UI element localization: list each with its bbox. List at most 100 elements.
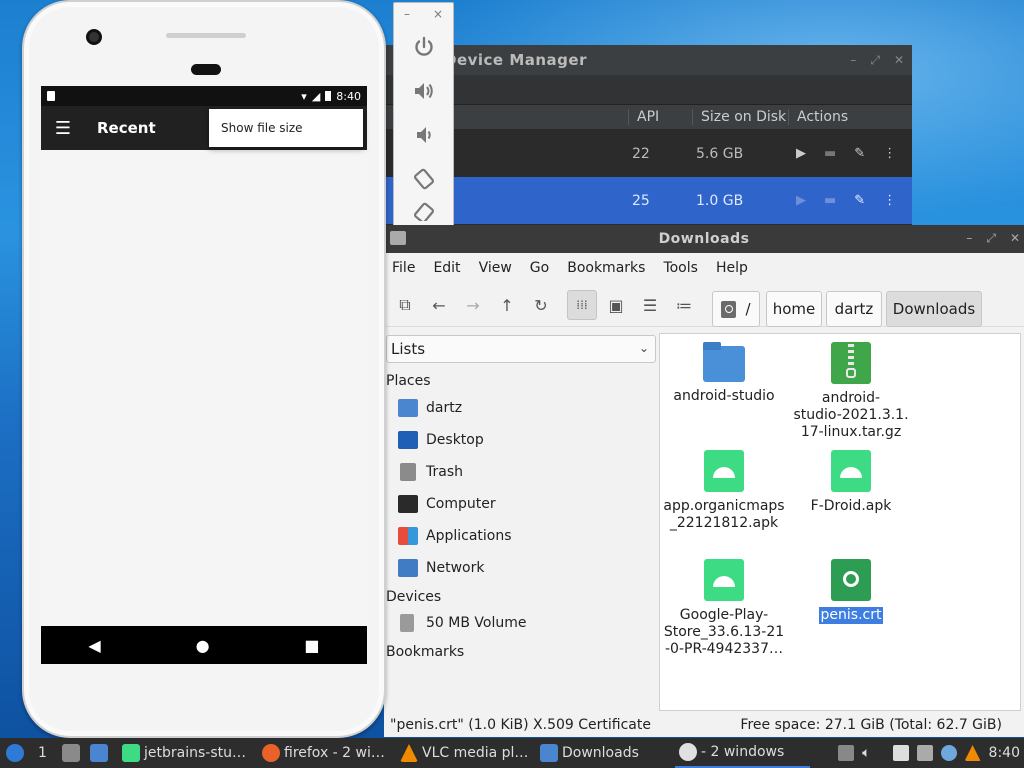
sidebar-item-applications[interactable]: Applications [398,523,512,549]
icon-view-button[interactable]: ⁞⁞⁞ [567,290,597,320]
sidebar-item-trash[interactable]: Trash [398,459,463,485]
new-tab-button[interactable]: ⧉ [390,290,420,320]
taskbar-task-vlc[interactable]: VLC media pl… [400,738,530,768]
menu-item-show-file-size[interactable]: Show file size [221,121,303,135]
edit-icon[interactable]: ✎ [854,146,865,161]
sidebar-item-computer[interactable]: Computer [398,491,496,517]
detailed-view-button[interactable]: ≔ [669,290,699,320]
clipboard-icon[interactable] [838,745,855,761]
power-button[interactable] [394,25,453,69]
close-icon[interactable]: ✕ [894,53,904,68]
network-icon[interactable] [916,745,933,761]
more-icon[interactable]: ⋮ [883,146,896,161]
device-row-selected[interactable]: 25 1.0 GB ▶ ▬ ✎ ⋮ [384,177,912,224]
chevron-down-icon: ⌄ [638,341,649,355]
column-api[interactable]: API [628,109,659,125]
compact-view-button[interactable]: ☰ [635,290,665,320]
signal-icon: ◢ [311,89,321,103]
side-panel-mode-select[interactable]: Lists ⌄ [386,335,656,363]
menu-bookmarks[interactable]: Bookmarks [567,260,645,276]
clock[interactable]: 8:40 [989,745,1020,761]
device-row[interactable]: 22 5.6 GB ▶ ▬ ✎ ⋮ [384,130,912,177]
close-icon[interactable]: ✕ [1010,231,1020,246]
sidebar-item-label: dartz [426,400,463,416]
menu-go[interactable]: Go [530,260,549,276]
file-item[interactable]: Google-Play- Store_33.6.13-21 -0-PR-4942… [663,559,785,658]
home-icon[interactable]: ● [196,636,210,655]
file-view[interactable]: android-studio android- studio-2021.3.1.… [659,333,1021,711]
file-item[interactable]: android-studio [663,342,785,405]
file-item[interactable]: F-Droid.apk [790,450,912,515]
breadcrumb-home[interactable]: home [766,291,822,327]
list-icon: ☰ [642,295,658,315]
notes-icon[interactable] [892,745,909,761]
folder-icon[interactable]: ▬ [824,146,836,161]
more-icon[interactable]: ⋮ [883,193,896,208]
file-item[interactable]: android- studio-2021.3.1. 17-linux.tar.g… [790,342,912,441]
notification-icon[interactable] [940,745,957,761]
breadcrumb-root[interactable]: / [712,291,760,327]
up-button[interactable]: ↑ [492,290,522,320]
close-icon[interactable]: × [433,7,443,21]
recents-icon[interactable]: ■ [304,636,319,655]
vlc-icon[interactable] [964,745,981,761]
emulator-side-toolbar: – × [393,2,454,230]
minimize-icon[interactable]: – [850,53,856,68]
rotate-right-button[interactable] [394,201,453,223]
back-icon[interactable]: ◀ [88,636,100,655]
file-item-selected[interactable]: penis.crt [790,559,912,624]
device-size: 5.6 GB [696,145,744,162]
minimize-icon[interactable]: – [404,7,410,21]
file-manager-launcher[interactable] [90,738,112,768]
file-item[interactable]: app.organicmaps _22121812.apk [663,450,785,532]
sidebar-item-volume[interactable]: 50 MB Volume [398,610,526,636]
menu-tools[interactable]: Tools [663,260,698,276]
bookmarks-heading: Bookmarks [386,644,465,660]
file-manager-titlebar[interactable]: Downloads – ⤢ ✕ [384,225,1024,253]
maximize-icon[interactable]: ⤢ [870,53,880,68]
column-size-on-disk[interactable]: Size on Disk [692,109,786,125]
breadcrumb-downloads[interactable]: Downloads [886,291,982,327]
volume-up-button[interactable] [394,69,453,113]
rotate-right-icon [413,202,435,221]
file-label-line: -0-PR-4942337… [664,641,783,657]
task-label: firefox - 2 wi… [284,745,385,761]
menu-edit[interactable]: Edit [433,260,460,276]
forward-button[interactable]: → [458,290,488,320]
folder-icon[interactable]: ▬ [824,193,836,208]
android-status-bar: ▾ ◢ 8:40 [41,86,367,106]
back-button[interactable]: ← [424,290,454,320]
breadcrumb-dartz[interactable]: dartz [826,291,882,327]
menu-help[interactable]: Help [716,260,748,276]
thumbnail-view-button[interactable]: ▣ [601,290,631,320]
start-menu-button[interactable] [6,738,26,768]
rotate-left-button[interactable] [394,157,453,201]
phone-screen[interactable]: ▾ ◢ 8:40 ☰ Recent Show file size ◀ ● ■ [41,86,367,664]
taskbar-task-jetbrains[interactable]: jetbrains-stu… [122,738,252,768]
minimize-icon[interactable]: – [966,231,972,246]
taskbar-task-emulator[interactable]: - 2 windows [675,738,810,768]
device-manager-titlebar[interactable]: Device Manager – ⤢ ✕ [384,45,912,75]
maximize-icon[interactable]: ⤢ [986,231,996,246]
edit-icon[interactable]: ✎ [854,193,865,208]
sidebar-item-desktop[interactable]: Desktop [398,427,484,453]
menu-view[interactable]: View [479,260,512,276]
overflow-menu-popup: Show file size [209,109,363,147]
taskbar-task-firefox[interactable]: firefox - 2 wi… [262,738,392,768]
menu-file[interactable]: File [392,260,415,276]
sidebar-item-dartz[interactable]: dartz [398,395,462,421]
workspace-switcher[interactable]: 1 [38,738,52,768]
applications-icon [398,527,418,545]
play-icon[interactable]: ▶ [796,193,806,208]
volume-icon[interactable]: 🔈︎ [862,745,870,761]
volume-down-button[interactable] [394,113,453,157]
taskbar-task-downloads[interactable]: Downloads [540,738,670,768]
side-panel: Lists ⌄ Places dartz Desktop Trash Compu… [384,329,656,715]
reload-button[interactable]: ↻ [526,290,556,320]
hamburger-menu-icon[interactable]: ☰ [41,118,85,139]
sidebar-item-label: Trash [426,464,463,480]
file-label: app.organicmaps _22121812.apk [663,498,784,532]
sidebar-item-network[interactable]: Network [398,555,484,581]
show-desktop-button[interactable] [62,738,84,768]
play-icon[interactable]: ▶ [796,146,806,161]
